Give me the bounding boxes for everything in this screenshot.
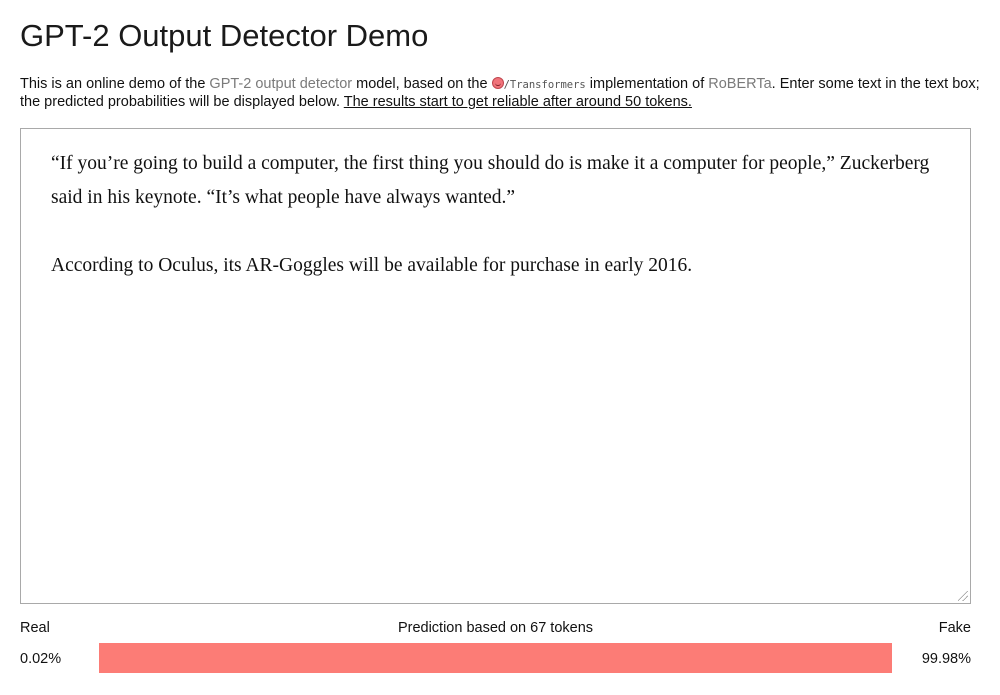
intro-text: This is an online demo of the GPT-2 outp… <box>20 76 980 111</box>
resize-handle-icon[interactable] <box>958 591 968 601</box>
hugging-face-icon <box>491 77 504 89</box>
prediction-summary: Prediction based on 67 tokens <box>397 620 594 636</box>
text-paragraph: “If you’re going to build a computer, th… <box>51 153 930 208</box>
roberta-link[interactable]: RoBERTa <box>708 76 771 92</box>
text-paragraph: According to Oculus, its AR-Goggles will… <box>51 255 693 276</box>
real-percentage: 0.02% <box>20 651 62 667</box>
fake-label: Fake <box>938 620 971 636</box>
fake-percentage: 99.98% <box>921 651 971 667</box>
page-title: GPT-2 Output Detector Demo <box>20 18 429 53</box>
probability-bar <box>99 643 892 673</box>
reliability-note: The results start to get reliable after … <box>343 94 692 110</box>
text-input-area[interactable]: “If you’re going to build a computer, th… <box>20 128 971 604</box>
fake-probability-fill <box>99 643 892 673</box>
gpt2-detector-link[interactable]: GPT-2 output detector <box>209 76 352 92</box>
intro-text-3: implementation of <box>585 76 709 92</box>
intro-text-2: model, based on the <box>352 76 492 92</box>
transformers-label: /Transformers <box>503 79 586 91</box>
intro-text-1: This is an online demo of the <box>20 76 210 92</box>
page: GPT-2 Output Detector Demo This is an on… <box>0 0 1000 695</box>
